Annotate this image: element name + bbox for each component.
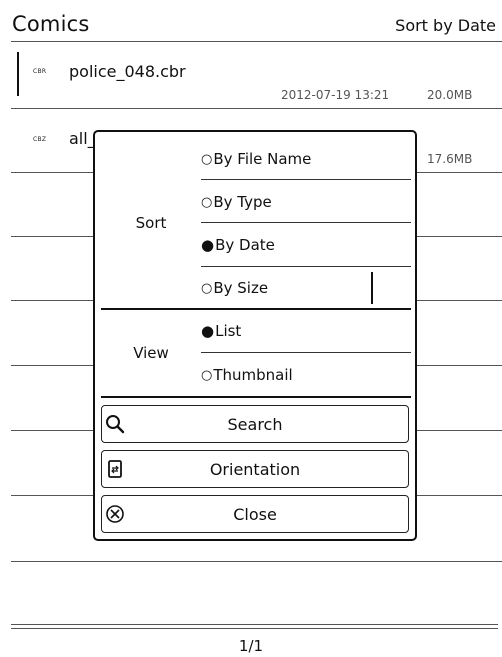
orientation-button-label: Orientation [209, 459, 301, 479]
page-indicator: 1/1 [238, 637, 264, 655]
sort-option-file-name[interactable]: ○ By File Name [201, 150, 311, 168]
sort-option-size[interactable]: ○ By Size [201, 279, 268, 297]
cbr-file-icon: CBR [33, 68, 47, 75]
sort-mode-label[interactable]: Sort by Date [395, 16, 496, 35]
file-size: 20.0MB [427, 88, 473, 102]
search-icon [104, 413, 126, 435]
radio-empty-icon: ○ [201, 367, 213, 383]
file-row[interactable]: CBR police_048.cbr 2012-07-19 13:21 20.0… [11, 50, 502, 106]
page-title: Comics [12, 12, 90, 36]
file-name: police_048.cbr [69, 62, 186, 81]
option-divider [201, 222, 411, 223]
search-button[interactable]: Search [101, 405, 409, 443]
orientation-icon [104, 458, 126, 480]
footer-divider-bottom [11, 628, 498, 629]
file-date: 2012-07-19 13:21 [281, 88, 390, 102]
file-size: 17.6MB [427, 152, 473, 166]
radio-empty-icon: ○ [201, 151, 213, 167]
close-button-label: Close [233, 504, 277, 524]
options-menu: Sort ○ By File Name ○ By Type ● By Date … [93, 130, 417, 541]
option-divider [201, 179, 411, 180]
option-label: By Type [213, 193, 272, 211]
radio-filled-icon: ● [201, 236, 215, 254]
radio-empty-icon: ○ [201, 194, 213, 210]
orientation-button[interactable]: Orientation [101, 450, 409, 488]
text-cursor [371, 272, 373, 304]
sort-option-type[interactable]: ○ By Type [201, 193, 272, 211]
option-label: Thumbnail [213, 366, 293, 384]
sort-option-date[interactable]: ● By Date [201, 236, 275, 254]
view-group-label: View [133, 344, 169, 362]
option-divider [201, 352, 411, 353]
group-divider [101, 308, 411, 310]
row-divider [11, 108, 502, 109]
close-icon [104, 503, 126, 525]
view-option-list[interactable]: ● List [201, 322, 241, 340]
search-button-label: Search [227, 414, 283, 434]
group-divider [101, 396, 411, 398]
footer-divider-top [11, 624, 498, 625]
view-option-thumbnail[interactable]: ○ Thumbnail [201, 366, 293, 384]
radio-empty-icon: ○ [201, 280, 213, 296]
option-label: List [215, 322, 242, 340]
option-label: By Date [215, 236, 275, 254]
option-label: By File Name [213, 150, 312, 168]
option-label: By Size [213, 279, 269, 297]
cbz-file-icon: CBZ [33, 136, 47, 143]
file-name: all_ [69, 129, 96, 148]
focus-indicator [17, 52, 19, 96]
close-button[interactable]: Close [101, 495, 409, 533]
row-divider [11, 561, 502, 562]
radio-filled-icon: ● [201, 322, 215, 340]
sort-group-label: Sort [135, 214, 167, 232]
option-divider [201, 266, 411, 267]
